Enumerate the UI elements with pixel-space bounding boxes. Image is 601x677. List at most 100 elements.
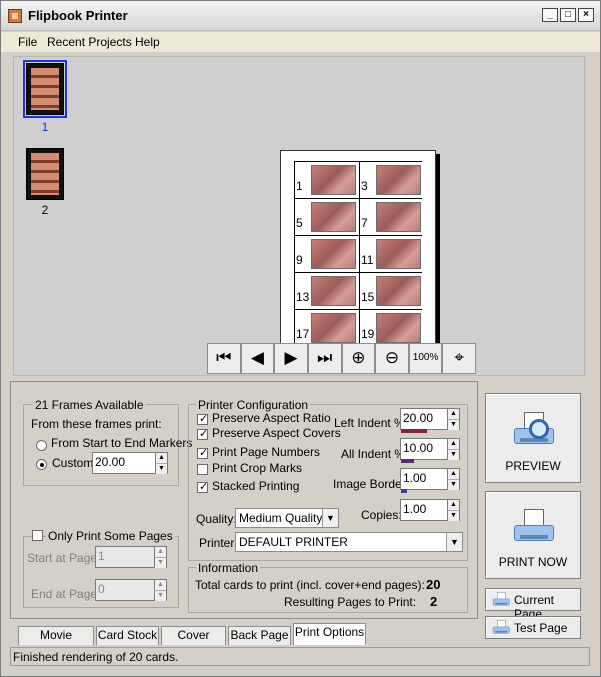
card: 3 <box>360 162 424 198</box>
thumbnail-image <box>46 68 59 110</box>
card-number: 3 <box>361 179 368 193</box>
stacked-printing-checkbox[interactable] <box>197 480 208 493</box>
tab-back-page[interactable]: Back Page <box>228 626 291 645</box>
last-page-button[interactable]: ⏭ <box>307 343 342 374</box>
menu-help[interactable]: Help <box>135 35 160 49</box>
test-page-label: Test Page <box>514 621 568 635</box>
spin-down-icon[interactable]: ▼ <box>154 557 166 568</box>
preserve-aspect-covers-checkbox[interactable] <box>197 427 208 440</box>
menu-recent-projects[interactable]: Recent Projects <box>47 35 132 49</box>
end-page-input[interactable]: 0 ▲ ▼ <box>95 579 167 601</box>
page-thumbnail-1[interactable] <box>23 60 67 118</box>
end-page-label: End at Page: <box>31 587 101 601</box>
card-number: 13 <box>296 290 310 304</box>
tab-print-options[interactable]: Print Options <box>293 623 366 645</box>
only-print-some-pages-checkbox[interactable] <box>32 530 43 541</box>
spin-down-icon[interactable]: ▼ <box>154 590 166 601</box>
spin-down-icon[interactable]: ▼ <box>447 419 459 430</box>
card: 9 <box>295 236 359 272</box>
menu-file[interactable]: File <box>18 35 37 49</box>
print-options-panel: 21 Frames Available From these frames pr… <box>10 381 478 619</box>
preview-button[interactable]: PREVIEW <box>485 393 581 483</box>
maximize-button[interactable]: □ <box>560 8 576 22</box>
left-indent-input[interactable]: 20.00 ▲ ▼ <box>400 408 460 430</box>
quality-value: Medium Quality <box>239 511 323 525</box>
close-button[interactable]: × <box>578 8 594 22</box>
start-page-value: 1 <box>98 549 105 563</box>
spin-down-icon[interactable]: ▼ <box>447 479 459 490</box>
test-page-button[interactable]: Test Page <box>485 616 581 639</box>
all-indent-bar <box>401 459 414 463</box>
card-number: 9 <box>296 253 303 267</box>
spin-down-icon[interactable]: ▼ <box>447 510 459 521</box>
card-image <box>376 313 421 343</box>
image-border-bar <box>401 489 407 493</box>
card-image <box>376 165 421 195</box>
zoom-100-button[interactable]: 100% <box>408 343 443 374</box>
thumbnail-label-1: 1 <box>41 120 49 134</box>
resulting-pages-value: 2 <box>430 594 438 609</box>
print-page-preview: 1 3 5 7 9 11 13 15 17 19 <box>280 150 436 353</box>
next-page-button[interactable]: ▶ <box>274 343 308 374</box>
fit-page-button[interactable]: ⌖ <box>442 343 476 374</box>
card-number: 5 <box>296 216 303 230</box>
card: 17 <box>295 310 359 346</box>
quality-select[interactable]: Medium Quality ▼ <box>235 508 339 528</box>
previous-page-button[interactable]: ◀ <box>240 343 275 374</box>
title-bar: Flipbook Printer _ □ × <box>1 1 600 31</box>
printer-slot-shape <box>495 602 508 605</box>
tab-cover-page[interactable]: Cover Page <box>161 626 226 659</box>
zoom-in-button[interactable]: ⊕ <box>341 343 376 374</box>
zoom-out-button[interactable]: ⊖ <box>375 343 409 374</box>
image-border-input[interactable]: 1.00 ▲ ▼ <box>400 468 460 490</box>
custom-radio[interactable] <box>36 459 47 470</box>
printer-slot-shape <box>495 630 508 633</box>
first-page-button[interactable]: ⏮ <box>207 343 241 374</box>
print-now-button[interactable]: PRINT NOW <box>485 491 581 579</box>
card-number: 15 <box>361 290 375 304</box>
thumbnail-image <box>46 153 59 195</box>
custom-label: Custom: <box>52 456 97 470</box>
spin-down-icon[interactable]: ▼ <box>447 449 459 460</box>
card: 1 <box>295 162 359 198</box>
copies-input[interactable]: 1.00 ▲ ▼ <box>400 499 460 521</box>
card: 11 <box>360 236 424 272</box>
main-window: Flipbook Printer _ □ × File Recent Proje… <box>0 0 601 677</box>
printer-slot-shape <box>520 535 548 539</box>
left-indent-label: Left Indent %: <box>334 416 409 430</box>
copies-label: Copies: <box>361 508 402 522</box>
frames-available-title: 21 Frames Available <box>33 398 146 412</box>
preserve-aspect-covers-label: Preserve Aspect Covers <box>212 426 341 440</box>
spin-down-icon[interactable]: ▼ <box>155 463 167 474</box>
start-page-input[interactable]: 1 ▲ ▼ <box>95 546 167 568</box>
total-cards-value: 20 <box>426 577 441 592</box>
left-indent-bar <box>401 429 427 433</box>
print-crop-marks-checkbox[interactable] <box>197 464 208 475</box>
copies-value: 1.00 <box>403 502 427 516</box>
print-page-numbers-checkbox[interactable] <box>197 446 208 459</box>
printer-preview-icon <box>512 412 556 448</box>
print-now-label: PRINT NOW <box>498 555 568 569</box>
card: 5 <box>295 199 359 235</box>
printer-config-title: Printer Configuration <box>196 398 311 412</box>
minimize-button[interactable]: _ <box>542 8 558 22</box>
preserve-aspect-ratio-checkbox[interactable] <box>197 412 208 425</box>
card-image <box>311 313 356 343</box>
status-text: Finished rendering of 20 cards. <box>13 650 179 664</box>
chevron-down-icon[interactable]: ▼ <box>446 533 462 551</box>
quality-label: Quality: <box>196 512 237 526</box>
printer-select[interactable]: DEFAULT PRINTER ▼ <box>235 532 463 552</box>
left-indent-value: 20.00 <box>403 411 434 425</box>
card-image <box>311 239 356 269</box>
start-end-radio[interactable] <box>36 440 47 451</box>
custom-frame-input[interactable]: 20.00 ▲ ▼ <box>92 452 168 474</box>
card: 19 <box>360 310 424 346</box>
all-indent-input[interactable]: 10.00 ▲ ▼ <box>400 438 460 460</box>
page-thumbnail-2[interactable] <box>26 148 64 200</box>
navigation-toolbar: ⏮ ◀ ▶ ⏭ ⊕ ⊖ 100% ⌖ <box>207 343 476 374</box>
app-icon <box>8 9 22 23</box>
tab-card-stock[interactable]: Card Stock <box>96 626 159 645</box>
chevron-down-icon[interactable]: ▼ <box>322 509 338 527</box>
tab-movie-control[interactable]: Movie Control <box>18 626 94 659</box>
current-page-button[interactable]: Current Page <box>485 588 581 621</box>
